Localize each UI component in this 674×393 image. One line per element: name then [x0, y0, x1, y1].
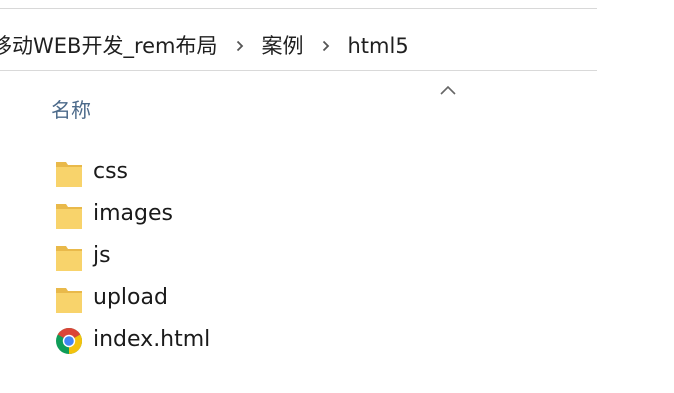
- file-name: images: [93, 201, 173, 226]
- folder-icon: [55, 284, 83, 314]
- column-header-row: 名称: [0, 78, 597, 138]
- chrome-icon: [55, 326, 83, 356]
- file-name: css: [93, 159, 129, 184]
- folder-icon: [55, 242, 83, 272]
- chevron-right-icon[interactable]: [218, 22, 262, 70]
- list-item[interactable]: images: [0, 195, 420, 237]
- sort-ascending-icon: [438, 82, 458, 96]
- breadcrumb-item-parent[interactable]: 移动WEB开发_rem布局: [0, 35, 218, 57]
- column-header-name[interactable]: 名称: [51, 100, 91, 120]
- chevron-right-icon[interactable]: [304, 22, 348, 70]
- toolbar-divider: [0, 8, 597, 9]
- file-name: js: [93, 243, 111, 268]
- list-item[interactable]: index.html: [0, 321, 420, 363]
- file-name: index.html: [93, 327, 211, 352]
- breadcrumb-item-case[interactable]: 案例: [262, 35, 304, 57]
- file-explorer-window: 移动WEB开发_rem布局 案例 html5 名称 css images js …: [0, 0, 674, 393]
- breadcrumb[interactable]: 移动WEB开发_rem布局 案例 html5: [0, 22, 597, 71]
- breadcrumb-item-current[interactable]: html5: [348, 35, 409, 57]
- folder-icon: [55, 200, 83, 230]
- list-item[interactable]: upload: [0, 279, 420, 321]
- file-list: css images js upload index.html: [0, 153, 597, 363]
- folder-icon: [55, 158, 83, 188]
- file-name: upload: [93, 285, 168, 310]
- list-item[interactable]: js: [0, 237, 420, 279]
- list-item[interactable]: css: [0, 153, 420, 195]
